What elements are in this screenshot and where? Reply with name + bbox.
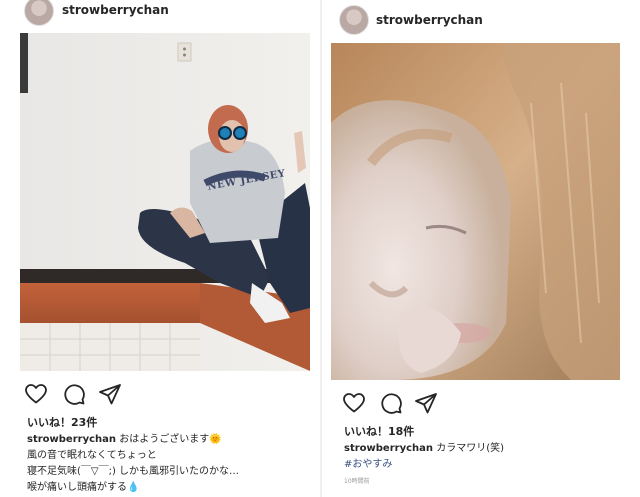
share-icon[interactable] [414, 391, 438, 415]
photo-image [20, 33, 310, 371]
like-count[interactable]: いいね！23件 [27, 414, 97, 430]
comment-icon[interactable] [379, 391, 403, 415]
avatar[interactable] [24, 0, 54, 26]
caption-line-3: 寝不足気味(￣▽￣;) しかも風邪引いたのかな… [27, 466, 240, 477]
share-icon[interactable] [98, 382, 122, 406]
caption-line-4: 喉が痛いし頭痛がする💧 [27, 482, 140, 493]
caption-username[interactable]: strowberrychan [344, 443, 433, 454]
post-timestamp: 10時間前 [344, 478, 370, 485]
avatar[interactable] [339, 5, 369, 35]
like-count[interactable]: いいね！18件 [344, 423, 414, 439]
photo-image [331, 43, 620, 380]
post-caption: strowberrychan カラマワリ(笑) #おやすみ [344, 441, 634, 473]
comment-icon[interactable] [62, 382, 86, 406]
post-card-1: strowberrychan NEW JERSEY いいね！23件 strowb… [0, 0, 320, 497]
post-caption: strowberrychan おはようございます🌞 風の音で眠れなくてちょっと … [27, 432, 317, 496]
post-username[interactable]: strowberrychan [376, 13, 483, 27]
caption-line-2: 風の音で眠れなくてちょっと [27, 450, 157, 461]
post-username[interactable]: strowberrychan [62, 3, 169, 17]
caption-text: カラマワリ(笑) [433, 443, 504, 454]
caption-line-1: おはようございます🌞 [116, 434, 222, 445]
heart-icon[interactable] [342, 391, 366, 415]
post-card-2: strowberrychan いいね！18件 strowberrychan カラ… [322, 0, 640, 497]
post-photo[interactable] [331, 43, 620, 380]
caption-username[interactable]: strowberrychan [27, 434, 116, 445]
post-photo[interactable]: NEW JERSEY [20, 33, 310, 371]
hashtag-link[interactable]: #おやすみ [344, 457, 634, 473]
heart-icon[interactable] [24, 382, 48, 406]
